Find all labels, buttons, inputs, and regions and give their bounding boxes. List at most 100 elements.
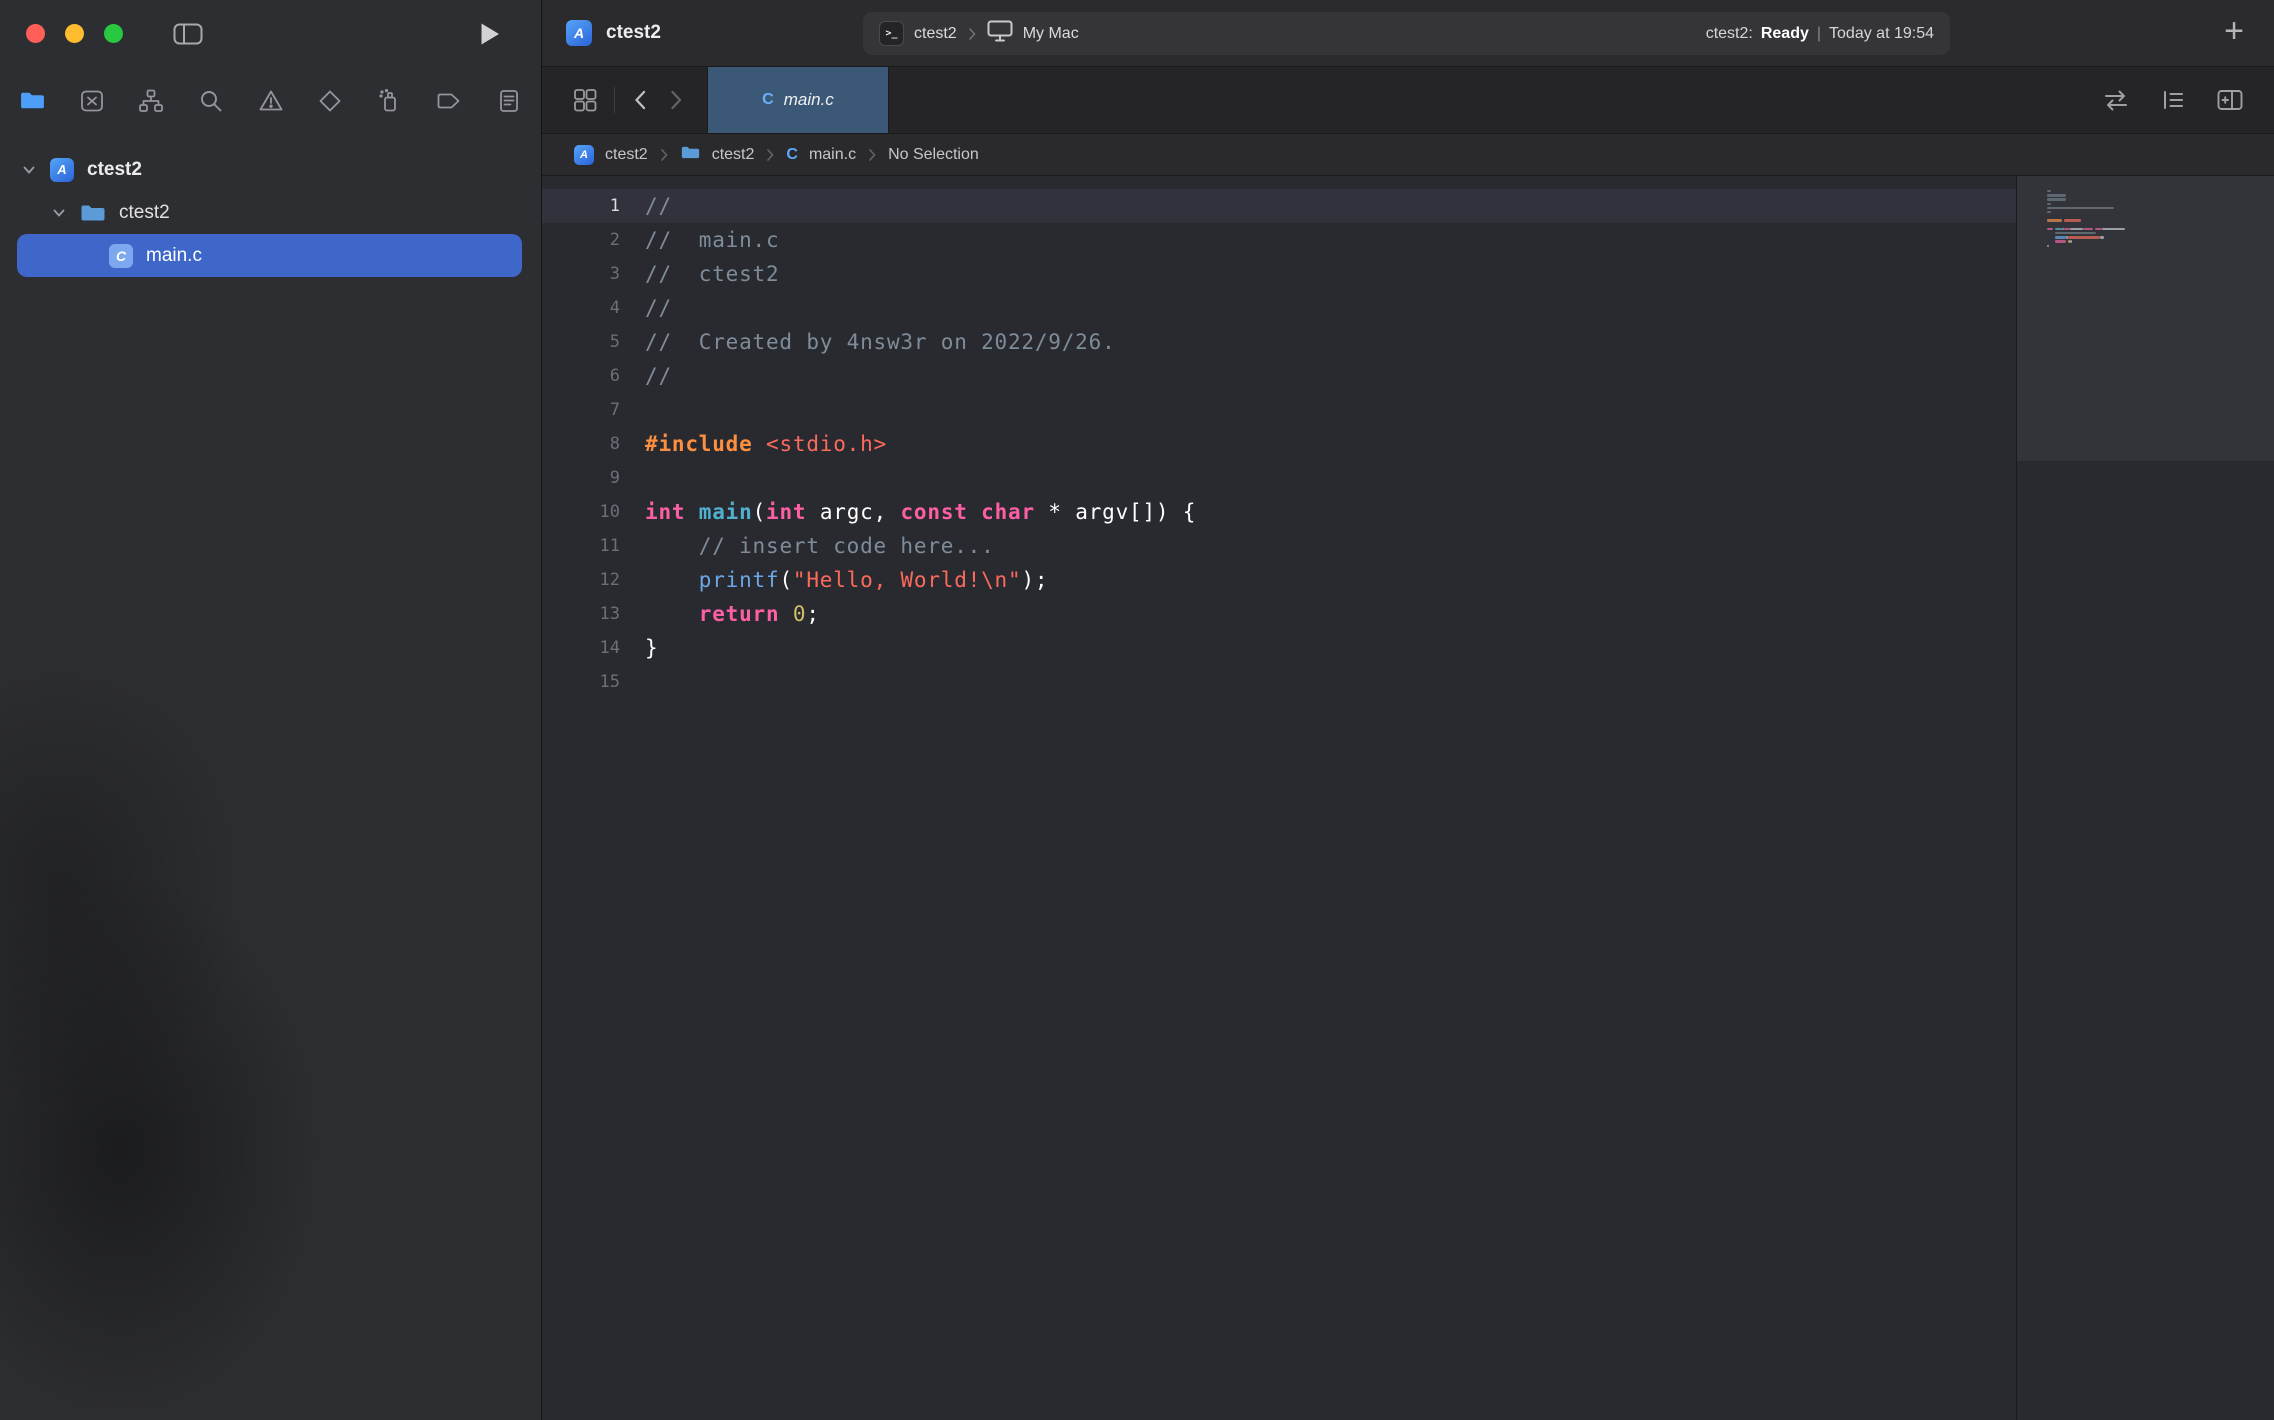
toolbar: A ctest2 >_ ctest2 My Mac ctest2: Ready	[542, 0, 2274, 67]
scheme-selector[interactable]: >_ ctest2 My Mac	[879, 20, 1079, 47]
code-line[interactable]: 11 // insert code here...	[542, 529, 2016, 563]
project-navigator-icon[interactable]	[14, 83, 50, 119]
jumpbar-group[interactable]: ctest2	[712, 146, 755, 164]
code-text: return 0;	[645, 597, 820, 631]
line-number[interactable]: 13	[542, 597, 620, 631]
jumpbar-project[interactable]: ctest2	[605, 146, 648, 164]
editor-arrangement-icon[interactable]	[2102, 87, 2130, 113]
tree-item-group[interactable]: ctest2	[0, 191, 541, 234]
jumpbar-file[interactable]: main.c	[809, 146, 856, 164]
line-number[interactable]: 6	[542, 359, 620, 393]
sidebar-titlebar	[0, 0, 541, 67]
line-number[interactable]: 9	[542, 461, 620, 495]
destination-name[interactable]: My Mac	[1023, 25, 1079, 43]
code-line[interactable]: 10 int main(int argc, const char * argv[]…	[542, 495, 2016, 529]
source-control-navigator-icon[interactable]	[74, 83, 110, 119]
find-navigator-icon[interactable]	[193, 83, 229, 119]
line-number[interactable]: 5	[542, 325, 620, 359]
line-number[interactable]: 3	[542, 257, 620, 291]
tree-item-label: ctest2	[119, 202, 170, 224]
minimize-button[interactable]	[65, 24, 84, 43]
code-line[interactable]: 9	[542, 461, 2016, 495]
line-number[interactable]: 1	[542, 189, 620, 223]
code-line[interactable]: 12 printf("Hello, World!\n");	[542, 563, 2016, 597]
xcode-window: A ctest2 ctest2 C main.c A ctest2	[0, 0, 2274, 1420]
code-line[interactable]: 14}	[542, 631, 2016, 665]
tree-item-label: ctest2	[87, 159, 142, 181]
line-number[interactable]: 14	[542, 631, 620, 665]
line-number[interactable]: 2	[542, 223, 620, 257]
code-line[interactable]: 8 #include <stdio.h>	[542, 427, 2016, 461]
source-editor[interactable]: 1 //2// main.c3 // ctest24//5 // Created by…	[542, 176, 2016, 1420]
line-number[interactable]: 4	[542, 291, 620, 325]
folder-icon	[680, 145, 701, 165]
code-line[interactable]: 3 // ctest2	[542, 257, 2016, 291]
tab-main-c[interactable]: C main.c	[707, 67, 889, 133]
code-line[interactable]: 2// main.c	[542, 223, 2016, 257]
back-icon[interactable]	[631, 87, 649, 113]
code-line[interactable]: 4//	[542, 291, 2016, 325]
code-line[interactable]: 1 //	[542, 189, 2016, 223]
disclosure-chevron-icon[interactable]	[52, 207, 66, 219]
minimap-segment	[2047, 245, 2049, 247]
minimap-segment	[2100, 236, 2104, 238]
code-text: // Created by 4nsw3r on 2022/9/26.	[645, 325, 1116, 359]
report-navigator-icon[interactable]	[491, 83, 527, 119]
toggle-sidebar-icon[interactable]	[173, 22, 203, 46]
code-text: // ctest2	[645, 257, 779, 291]
code-line[interactable]: 6//	[542, 359, 2016, 393]
code-line[interactable]: 5 // Created by 4nsw3r on 2022/9/26.	[542, 325, 2016, 359]
code-line[interactable]: 15	[542, 665, 2016, 699]
minimap-segment	[2047, 207, 2114, 209]
code-text: //	[645, 189, 672, 223]
issue-navigator-icon[interactable]	[253, 83, 289, 119]
forward-icon[interactable]	[667, 87, 685, 113]
code-text: int main(int argc, const char * argv[]) …	[645, 495, 1196, 529]
chevron-right-icon	[765, 147, 775, 163]
status-separator: |	[1817, 25, 1821, 43]
line-number[interactable]: 8	[542, 427, 620, 461]
code-lines: 1 //2// main.c3 // ctest24//5 // Created by…	[542, 189, 2016, 699]
code-line[interactable]: 7	[542, 393, 2016, 427]
jump-bar: A ctest2 ctest2 C main.c No Selection	[542, 134, 2274, 176]
tree-item-label: main.c	[146, 245, 202, 267]
line-number[interactable]: 15	[542, 665, 620, 699]
zoom-button[interactable]	[104, 24, 123, 43]
line-number[interactable]: 12	[542, 563, 620, 597]
xcode-project-icon: A	[574, 145, 594, 165]
scheme-name[interactable]: ctest2	[914, 25, 957, 43]
minimap-segment	[2055, 240, 2066, 242]
editor-options	[2102, 87, 2274, 113]
minimap[interactable]	[2016, 176, 2274, 1420]
breakpoint-navigator-icon[interactable]	[431, 83, 467, 119]
c-file-glyph-icon: C	[762, 91, 774, 109]
code-text: #include <stdio.h>	[645, 427, 887, 461]
run-button[interactable]	[479, 21, 501, 47]
chevron-right-icon	[967, 26, 977, 42]
related-items-icon[interactable]	[572, 87, 598, 113]
chevron-right-icon	[867, 147, 877, 163]
jumpbar-selection[interactable]: No Selection	[888, 146, 979, 164]
tab-label: main.c	[784, 90, 834, 110]
tree-item-project[interactable]: A ctest2	[0, 148, 541, 191]
line-number[interactable]: 10	[542, 495, 620, 529]
project-icon-glyph: A	[580, 149, 588, 161]
symbol-navigator-icon[interactable]	[133, 83, 169, 119]
folder-icon	[80, 203, 106, 223]
code-line[interactable]: 13 return 0;	[542, 597, 2016, 631]
library-add-icon[interactable]: +	[2224, 14, 2244, 48]
main-content: A ctest2 >_ ctest2 My Mac ctest2: Ready	[542, 0, 2274, 1420]
minimap-segment	[2055, 236, 2066, 238]
minimap-segment	[2064, 228, 2070, 230]
test-navigator-icon[interactable]	[312, 83, 348, 119]
minimap-toggle-icon[interactable]	[2160, 87, 2186, 113]
disclosure-chevron-icon[interactable]	[22, 164, 36, 176]
tree-item-file-selected[interactable]: C main.c	[17, 234, 522, 277]
add-editor-icon[interactable]	[2216, 87, 2244, 113]
minimap-segment	[2070, 240, 2072, 242]
close-button[interactable]	[26, 24, 45, 43]
line-number[interactable]: 7	[542, 393, 620, 427]
debug-navigator-icon[interactable]	[372, 83, 408, 119]
c-file-glyph: C	[116, 248, 126, 264]
line-number[interactable]: 11	[542, 529, 620, 563]
